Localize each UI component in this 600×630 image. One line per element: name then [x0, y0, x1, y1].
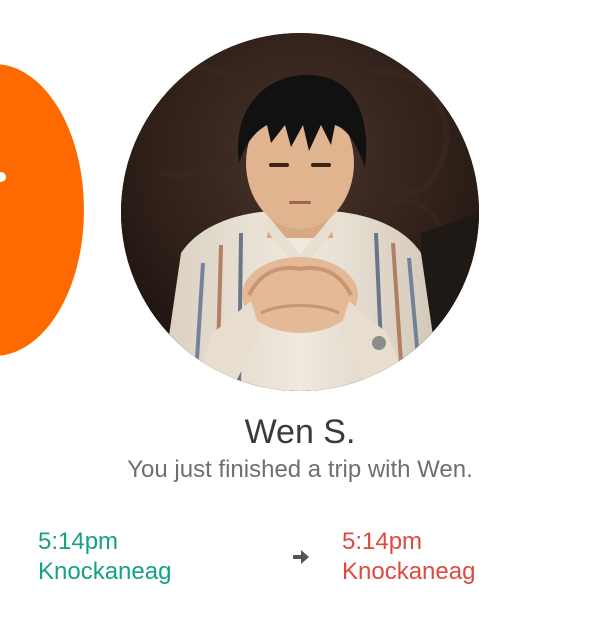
trip-finished-screen: Wen S. You just finished a trip with Wen…: [0, 0, 600, 630]
trip-end: 5:14pm Knockaneag: [342, 527, 475, 587]
end-location: Knockaneag: [342, 558, 476, 585]
trip-finished-message: You just finished a trip with Wen.: [127, 456, 473, 483]
avatar: [121, 33, 479, 391]
start-location: Knockaneag: [38, 558, 172, 585]
profile-photo: [121, 33, 479, 391]
arrow-right-icon: [293, 550, 309, 564]
end-time: 5:14pm: [342, 528, 423, 555]
adjacent-avatar-carousel-item[interactable]: [0, 64, 84, 356]
trip-start: 5:14pm Knockaneag: [38, 527, 171, 587]
dot-icon: [0, 172, 6, 182]
driver-name: Wen S.: [244, 413, 356, 451]
start-time: 5:14pm: [38, 528, 119, 555]
